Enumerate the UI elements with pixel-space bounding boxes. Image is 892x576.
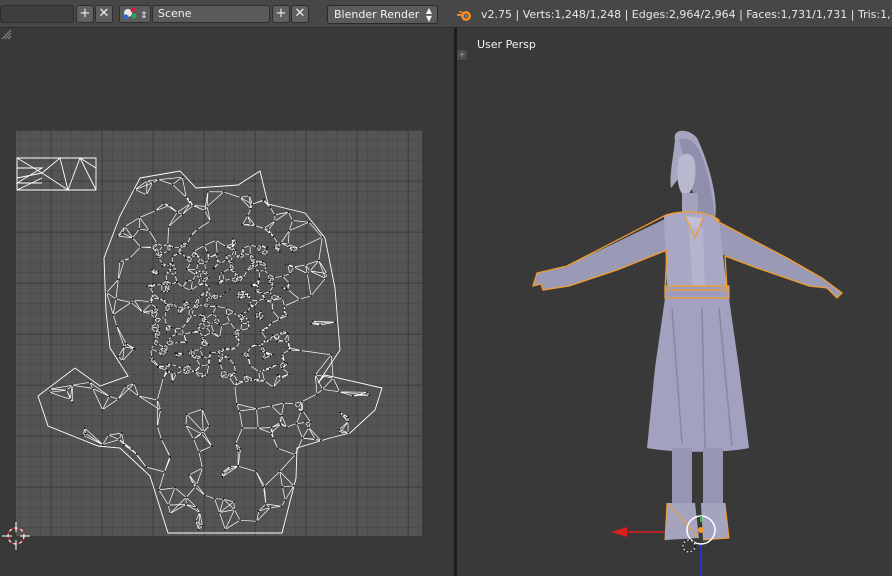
uv-grid (16, 130, 422, 536)
delete-layout-button[interactable]: ✕ (95, 5, 113, 23)
close-icon: ✕ (294, 6, 306, 21)
render-engine-dropdown[interactable]: Blender Render ▲ ▼ (327, 5, 438, 24)
info-header: + ✕ ⇕ Scene + ✕ Blender Render ▲ ▼ v2.75 … (0, 0, 892, 28)
blender-logo-icon (457, 11, 471, 21)
3d-cursor-icon[interactable] (682, 539, 696, 553)
svg-text:⇕: ⇕ (140, 11, 148, 21)
uv-image-editor[interactable] (0, 28, 454, 576)
chevron-updown-icon: ▲ ▼ (425, 6, 432, 23)
viewport-canvas[interactable] (457, 28, 892, 576)
scene-statistics: v2.75 | Verts:1,248/1,248 | Edges:2,964/… (481, 8, 892, 21)
scene-name-field[interactable]: Scene (152, 5, 270, 23)
add-scene-button[interactable]: + (272, 5, 290, 23)
character-mesh[interactable] (532, 130, 843, 541)
x-axis-arrowhead (611, 527, 627, 537)
delete-scene-button[interactable]: ✕ (291, 5, 309, 23)
render-engine-label: Blender Render (334, 8, 420, 21)
3d-viewport[interactable]: + + User Persp (457, 28, 892, 576)
scene-icon: ⇕ (123, 7, 148, 21)
uv-canvas[interactable] (0, 28, 454, 576)
plus-icon: + (79, 6, 91, 21)
scene-selector-button[interactable]: ⇕ (119, 5, 151, 23)
plus-icon: + (275, 6, 287, 21)
add-layout-button[interactable]: + (76, 5, 94, 23)
layout-field[interactable] (0, 5, 74, 23)
close-icon: ✕ (98, 6, 110, 21)
